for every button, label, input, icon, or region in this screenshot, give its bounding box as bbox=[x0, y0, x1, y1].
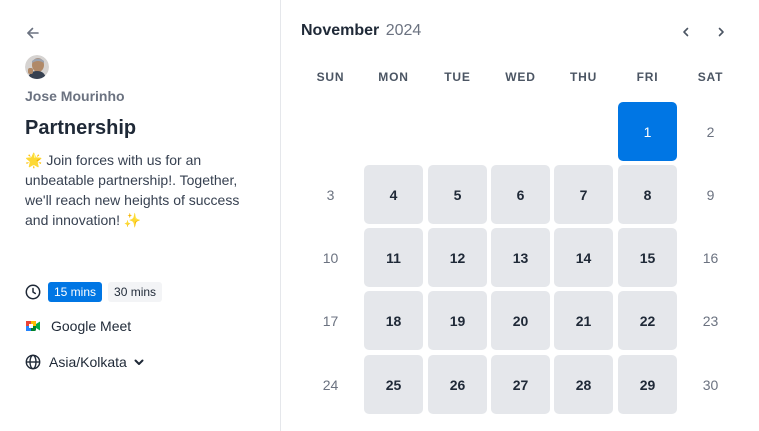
calendar-day[interactable]: 8 bbox=[618, 165, 677, 224]
weekday-fri: FRI bbox=[636, 70, 659, 84]
weekday-thu: THU bbox=[569, 70, 598, 84]
calendar-day[interactable]: 7 bbox=[554, 165, 613, 224]
host-name: Jose Mourinho bbox=[25, 88, 125, 104]
calendar-day[interactable]: 19 bbox=[428, 291, 487, 350]
calendar-day[interactable]: 5 bbox=[428, 165, 487, 224]
month-name: November bbox=[301, 22, 380, 39]
calendar-day[interactable]: 26 bbox=[428, 355, 487, 414]
back-button[interactable] bbox=[24, 24, 42, 42]
calendar-day[interactable]: 12 bbox=[428, 228, 487, 287]
duration-row: 15 mins 30 mins bbox=[25, 282, 163, 302]
arrow-left-icon bbox=[27, 27, 39, 39]
next-month-button[interactable] bbox=[711, 22, 731, 42]
chevron-left-icon bbox=[683, 27, 689, 37]
location-row: Google Meet bbox=[25, 318, 131, 334]
chevron-down-icon bbox=[134, 359, 144, 365]
calendar-day[interactable]: 6 bbox=[491, 165, 550, 224]
chevron-right-icon bbox=[718, 27, 724, 37]
clock-icon bbox=[25, 284, 41, 300]
weekday-sun: SUN bbox=[316, 70, 345, 84]
location-label: Google Meet bbox=[51, 318, 132, 334]
month-heading: November 2024 bbox=[301, 22, 421, 40]
calendar-day: 16 bbox=[702, 249, 719, 266]
calendar-day[interactable]: 18 bbox=[364, 291, 423, 350]
calendar-day[interactable]: 20 bbox=[491, 291, 550, 350]
calendar-day: 23 bbox=[702, 312, 719, 329]
calendar-day[interactable]: 25 bbox=[364, 355, 423, 414]
event-description: 🌟 Join forces with us for an unbeatable … bbox=[25, 152, 240, 228]
previous-month-button[interactable] bbox=[676, 22, 696, 42]
calendar-day: 9 bbox=[706, 186, 715, 203]
calendar-day[interactable]: 4 bbox=[364, 165, 423, 224]
year-label: 2024 bbox=[385, 22, 422, 39]
timezone-label: Asia/Kolkata bbox=[49, 354, 127, 370]
calendar-day: 3 bbox=[326, 186, 335, 203]
timezone-selector[interactable]: Asia/Kolkata bbox=[25, 354, 145, 370]
google-meet-icon bbox=[26, 321, 40, 331]
duration-option-30[interactable]: 30 mins bbox=[108, 282, 163, 302]
weekday-tue: TUE bbox=[444, 70, 471, 84]
calendar-day[interactable]: 11 bbox=[364, 228, 423, 287]
calendar-day: 24 bbox=[322, 376, 339, 393]
event-title: Partnership bbox=[25, 117, 137, 139]
calendar-day[interactable]: 15 bbox=[618, 228, 677, 287]
calendar-day: 17 bbox=[322, 312, 339, 329]
calendar-day[interactable]: 21 bbox=[554, 291, 613, 350]
duration-option-15[interactable]: 15 mins bbox=[48, 282, 103, 302]
weekday-sat: SAT bbox=[697, 70, 724, 84]
calendar-day: 10 bbox=[322, 249, 339, 266]
calendar-day[interactable]: 14 bbox=[554, 228, 613, 287]
weekday-wed: WED bbox=[505, 70, 536, 84]
calendar-day[interactable]: 29 bbox=[618, 355, 677, 414]
globe-icon bbox=[25, 354, 41, 370]
calendar-day[interactable]: 28 bbox=[554, 355, 613, 414]
event-info-panel: Jose Mourinho Partnership 🌟 Join forces … bbox=[0, 0, 281, 431]
calendar-day: 30 bbox=[702, 376, 719, 393]
selected-day[interactable]: 1 bbox=[618, 102, 677, 161]
host-avatar bbox=[25, 55, 49, 79]
weekday-mon: MON bbox=[378, 70, 409, 84]
calendar-day[interactable]: 22 bbox=[618, 291, 677, 350]
calendar-day[interactable]: 27 bbox=[491, 355, 550, 414]
calendar-day[interactable]: 13 bbox=[491, 228, 550, 287]
calendar-day: 2 bbox=[706, 123, 715, 140]
